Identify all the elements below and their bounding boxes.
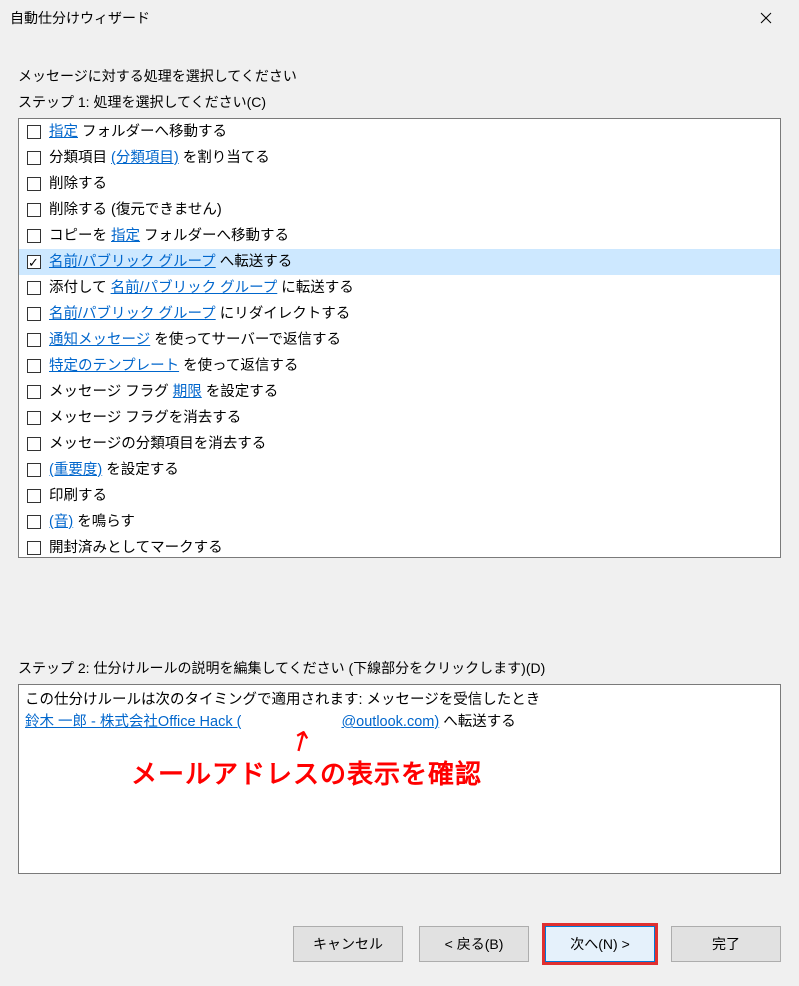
action-label: 削除する (復元できません) [49,199,222,221]
instruction-text: メッセージに対する処理を選択してください [18,66,781,86]
rule-forward-line: 鈴木 一郎 - 株式会社Office Hack (@outlook.com) へ… [25,711,774,733]
action-checkbox[interactable] [27,385,41,399]
back-button[interactable]: < 戻る(B) [419,926,529,962]
action-label: 特定のテンプレート を使って返信する [49,355,298,377]
action-checkbox[interactable] [27,125,41,139]
action-row[interactable]: メッセージの分類項目を消去する [19,431,780,457]
button-row: キャンセル < 戻る(B) 次へ(N) > 完了 [0,902,799,986]
action-checkbox[interactable] [27,333,41,347]
action-checkbox[interactable] [27,515,41,529]
finish-button[interactable]: 完了 [671,926,781,962]
rule-timing-text: この仕分けルールは次のタイミングで適用されます: メッセージを受信したとき [25,689,774,711]
action-link[interactable]: 特定のテンプレート [49,358,179,374]
redacted-email [241,715,341,729]
action-row[interactable]: (重要度) を設定する [19,457,780,483]
action-label: コピーを 指定 フォルダーへ移動する [49,225,289,247]
action-checkbox[interactable] [27,151,41,165]
action-checkbox[interactable] [27,177,41,191]
action-label: 通知メッセージ を使ってサーバーで返信する [49,329,341,351]
action-checkbox[interactable] [27,463,41,477]
action-listbox[interactable]: 指定 フォルダーへ移動する分類項目 (分類項目) を割り当てる削除する削除する … [18,118,781,558]
action-row[interactable]: 通知メッセージ を使ってサーバーで返信する [19,327,780,353]
action-row[interactable]: メッセージ フラグ 期限 を設定する [19,379,780,405]
cancel-button[interactable]: キャンセル [293,926,403,962]
action-row[interactable]: コピーを 指定 フォルダーへ移動する [19,223,780,249]
action-row[interactable]: 添付して 名前/パブリック グループ に転送する [19,275,780,301]
action-row[interactable]: 名前/パブリック グループ へ転送する [19,249,780,275]
annotation-text: メールアドレスの表示を確認 [131,763,482,785]
action-link[interactable]: 通知メッセージ [49,332,150,348]
action-row[interactable]: 特定のテンプレート を使って返信する [19,353,780,379]
action-checkbox[interactable] [27,255,41,269]
action-label: 分類項目 (分類項目) を割り当てる [49,147,270,169]
action-link[interactable]: 指定 [111,228,140,244]
titlebar: 自動仕分けウィザード [0,0,799,36]
recipient-link[interactable]: 鈴木 一郎 - 株式会社Office Hack (@outlook.com) [25,714,439,730]
action-link[interactable]: (分類項目) [111,150,179,166]
action-link[interactable]: 名前/パブリック グループ [49,254,216,270]
action-label: 指定 フォルダーへ移動する [49,121,227,143]
action-checkbox[interactable] [27,489,41,503]
window-title: 自動仕分けウィザード [10,8,743,28]
action-link[interactable]: 名前/パブリック グループ [49,306,216,322]
step1-label: ステップ 1: 処理を選択してください(C) [18,92,781,112]
action-checkbox[interactable] [27,359,41,373]
action-label: メッセージ フラグを消去する [49,407,241,429]
action-row[interactable]: メッセージ フラグを消去する [19,405,780,431]
action-row[interactable]: 分類項目 (分類項目) を割り当てる [19,145,780,171]
action-label: 名前/パブリック グループ にリダイレクトする [49,303,350,325]
action-row[interactable]: 指定 フォルダーへ移動する [19,119,780,145]
step2-label: ステップ 2: 仕分けルールの説明を編集してください (下線部分をクリックします… [18,658,781,678]
action-label: 印刷する [49,485,107,507]
action-row[interactable]: 削除する (復元できません) [19,197,780,223]
action-checkbox[interactable] [27,281,41,295]
action-link[interactable]: (音) [49,514,73,530]
action-checkbox[interactable] [27,229,41,243]
action-checkbox[interactable] [27,307,41,321]
action-checkbox[interactable] [27,411,41,425]
action-link[interactable]: 名前/パブリック グループ [111,280,278,296]
action-label: 削除する [49,173,107,195]
action-row[interactable]: 印刷する [19,483,780,509]
action-label: 開封済みとしてマークする [49,537,223,558]
close-icon [760,12,772,24]
action-label: 添付して 名前/パブリック グループ に転送する [49,277,354,299]
action-label: メッセージ フラグ 期限 を設定する [49,381,278,403]
action-label: (重要度) を設定する [49,459,179,481]
action-row[interactable]: 削除する [19,171,780,197]
action-checkbox[interactable] [27,541,41,555]
action-checkbox[interactable] [27,203,41,217]
action-row[interactable]: 名前/パブリック グループ にリダイレクトする [19,301,780,327]
action-label: メッセージの分類項目を消去する [49,433,266,455]
next-button[interactable]: 次へ(N) > [545,926,655,962]
close-button[interactable] [743,2,789,34]
action-link[interactable]: (重要度) [49,462,102,478]
action-row[interactable]: 開封済みとしてマークする [19,535,780,558]
action-row[interactable]: (音) を鳴らす [19,509,780,535]
action-link[interactable]: 指定 [49,124,78,140]
action-link[interactable]: 期限 [173,384,202,400]
rule-description-box: この仕分けルールは次のタイミングで適用されます: メッセージを受信したとき 鈴木… [18,684,781,874]
action-checkbox[interactable] [27,437,41,451]
action-label: (音) を鳴らす [49,511,135,533]
action-label: 名前/パブリック グループ へ転送する [49,251,292,273]
